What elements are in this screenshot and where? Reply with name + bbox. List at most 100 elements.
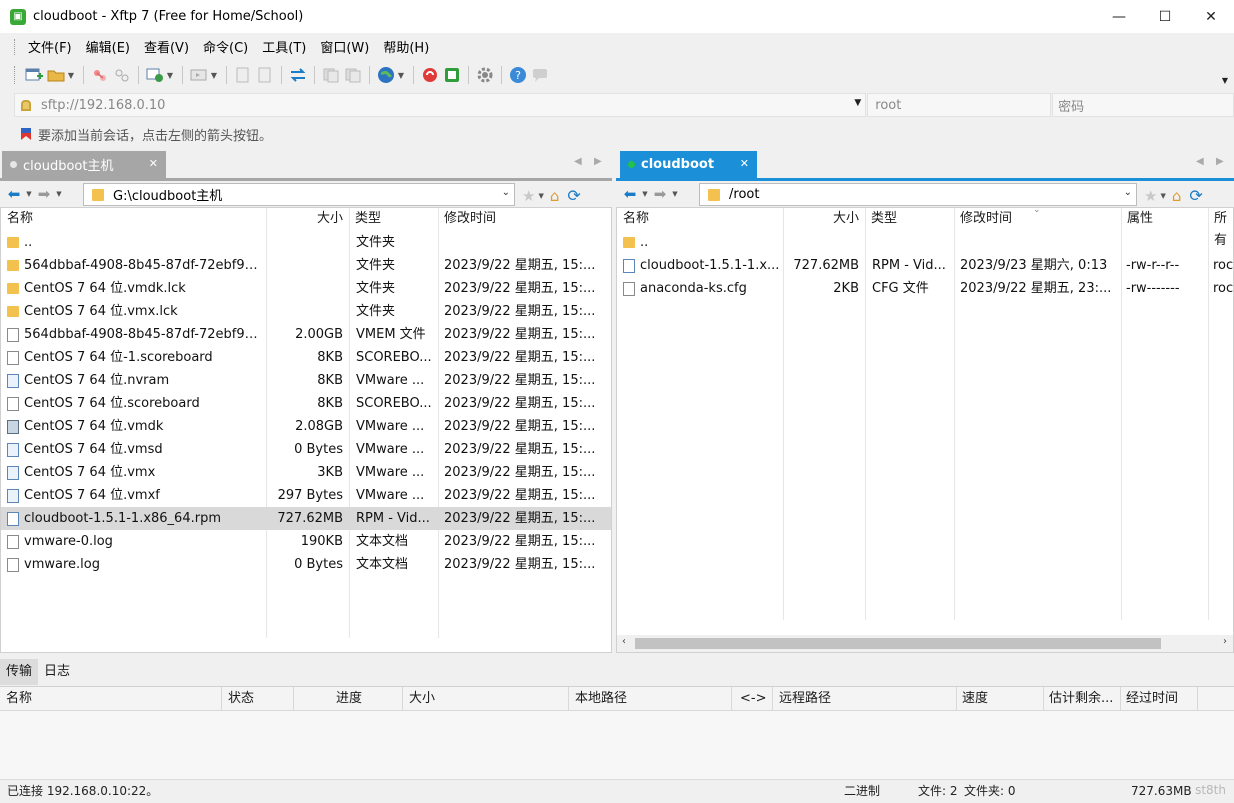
tab-remote-session[interactable]: cloudboot ✕ bbox=[620, 151, 757, 178]
table-row[interactable]: CentOS 7 64 位-1.scoreboard 8KB SCOREBO... 2… bbox=[1, 346, 611, 369]
column-name[interactable]: 名称 bbox=[618, 208, 783, 231]
new-session-icon[interactable] bbox=[25, 66, 43, 84]
username-input[interactable]: root bbox=[867, 93, 1052, 117]
close-icon[interactable]: ✕ bbox=[149, 157, 158, 170]
home-icon[interactable]: ⌂ bbox=[550, 187, 560, 205]
back-arrow-icon[interactable]: ⬅ bbox=[620, 185, 640, 203]
local-path-input[interactable]: G:\cloudboot主机 ⌄ bbox=[83, 183, 515, 206]
column-attributes[interactable]: 属性 bbox=[1122, 208, 1208, 231]
scroll-right-icon[interactable]: › bbox=[1223, 636, 1227, 647]
transfer-column-remote-path[interactable]: 远程路径 bbox=[779, 687, 831, 711]
transfer-column-progress[interactable]: 进度 bbox=[336, 687, 362, 711]
table-row[interactable]: 564dbbaf-4908-8b45-87df-72ebf97... 文件夹 202… bbox=[1, 254, 611, 277]
xftp-icon[interactable] bbox=[443, 66, 461, 84]
tab-prev-icon[interactable]: ◀ bbox=[1196, 156, 1204, 167]
transfer-column-name[interactable]: 名称 bbox=[6, 687, 32, 711]
sync-transfer-icon[interactable] bbox=[289, 66, 307, 84]
transfer-column-eta[interactable]: 估计剩余... bbox=[1049, 687, 1113, 711]
connect-icon[interactable] bbox=[91, 66, 109, 84]
minimize-button[interactable]: — bbox=[1096, 0, 1142, 33]
path-dropdown-icon[interactable]: ⌄ bbox=[1124, 187, 1132, 198]
toolbar-overflow-icon[interactable]: ▼ bbox=[1222, 76, 1228, 85]
table-row[interactable]: cloudboot-1.5.1-1.x... 727.62MB RPM - Vid.… bbox=[617, 254, 1233, 277]
copy-icon[interactable] bbox=[322, 66, 340, 84]
table-row[interactable]: vmware-0.log 190KB 文本文档 2023/9/22 星期五, 15:.… bbox=[1, 530, 611, 553]
transfer-column-size[interactable]: 大小 bbox=[409, 687, 435, 711]
tab-prev-icon[interactable]: ◀ bbox=[574, 156, 582, 167]
refresh-icon[interactable]: ⟳ bbox=[1189, 186, 1202, 205]
tab-local-host[interactable]: cloudboot主机 ✕ bbox=[2, 151, 166, 178]
open-folder-icon[interactable] bbox=[47, 66, 65, 84]
xshell-icon[interactable] bbox=[421, 66, 439, 84]
menu-tools[interactable]: 工具(T) bbox=[255, 37, 313, 56]
upload-icon[interactable] bbox=[234, 66, 252, 84]
home-icon[interactable]: ⌂ bbox=[1172, 187, 1182, 205]
table-row[interactable]: .. 文件夹 bbox=[1, 231, 611, 254]
column-size[interactable]: 大小 bbox=[267, 208, 349, 231]
transfer-column-status[interactable]: 状态 bbox=[228, 687, 254, 711]
transfer-column-direction[interactable]: <-> bbox=[740, 687, 766, 711]
back-arrow-icon[interactable]: ⬅ bbox=[4, 185, 24, 203]
view-icon[interactable] bbox=[190, 66, 208, 84]
table-row[interactable]: CentOS 7 64 位.vmx.lck 文件夹 2023/9/22 星期五, 1… bbox=[1, 300, 611, 323]
scrollbar-thumb[interactable] bbox=[635, 638, 1161, 649]
transfer-column-local-path[interactable]: 本地路径 bbox=[575, 687, 627, 711]
scroll-left-icon[interactable]: ‹ bbox=[622, 636, 626, 647]
menu-view[interactable]: 查看(V) bbox=[137, 37, 196, 56]
tab-next-icon[interactable]: ▶ bbox=[1216, 156, 1224, 167]
open-dropdown-icon[interactable]: ▼ bbox=[67, 71, 75, 80]
forward-arrow-icon[interactable]: ➡ bbox=[650, 185, 670, 203]
favorite-star-icon[interactable]: ★ bbox=[1144, 187, 1157, 205]
paste-icon[interactable] bbox=[344, 66, 362, 84]
table-row[interactable]: CentOS 7 64 位.nvram 8KB VMware ... 2023/9/2… bbox=[1, 369, 611, 392]
menu-command[interactable]: 命令(C) bbox=[196, 37, 255, 56]
table-row[interactable]: CentOS 7 64 位.scoreboard 8KB SCOREBO... 202… bbox=[1, 392, 611, 415]
help-icon[interactable]: ? bbox=[509, 66, 527, 84]
table-row[interactable]: CentOS 7 64 位.vmxf 297 Bytes VMware ... 202… bbox=[1, 484, 611, 507]
menu-file[interactable]: 文件(F) bbox=[21, 37, 79, 56]
column-type[interactable]: 类型 bbox=[866, 208, 954, 231]
path-dropdown-icon[interactable]: ⌄ bbox=[502, 187, 510, 198]
column-type[interactable]: 类型 bbox=[350, 208, 438, 231]
favorite-star-icon[interactable]: ★ bbox=[522, 187, 535, 205]
host-input[interactable]: sftp://192.168.0.10 ▼ bbox=[14, 93, 867, 117]
transfer-column-elapsed[interactable]: 经过时间 bbox=[1126, 687, 1178, 711]
forward-dropdown-icon[interactable]: ▼ bbox=[54, 190, 64, 198]
new-window-icon[interactable] bbox=[146, 66, 164, 84]
disconnect-icon[interactable] bbox=[113, 66, 131, 84]
forward-dropdown-icon[interactable]: ▼ bbox=[670, 190, 680, 198]
favorite-dropdown-icon[interactable]: ▼ bbox=[538, 192, 543, 200]
new-window-dropdown-icon[interactable]: ▼ bbox=[166, 71, 174, 80]
table-row[interactable]: cloudboot-1.5.1-1.x86_64.rpm 727.62MB RPM … bbox=[1, 507, 611, 530]
table-row[interactable]: vmware.log 0 Bytes 文本文档 2023/9/22 星期五, 15:.… bbox=[1, 553, 611, 576]
maximize-button[interactable]: ☐ bbox=[1142, 0, 1188, 33]
gear-icon[interactable] bbox=[476, 66, 494, 84]
forward-arrow-icon[interactable]: ➡ bbox=[34, 185, 54, 203]
favorite-dropdown-icon[interactable]: ▼ bbox=[1160, 192, 1165, 200]
tab-log[interactable]: 日志 bbox=[38, 659, 76, 685]
table-row[interactable]: anaconda-ks.cfg 2KB CFG 文件 2023/9/22 星期五, 2… bbox=[617, 277, 1233, 300]
host-dropdown-icon[interactable]: ▼ bbox=[854, 98, 861, 108]
menu-help[interactable]: 帮助(H) bbox=[376, 37, 436, 56]
column-size[interactable]: 大小 bbox=[784, 208, 865, 231]
tab-transfers[interactable]: 传输 bbox=[0, 659, 39, 685]
tab-next-icon[interactable]: ▶ bbox=[594, 156, 602, 167]
table-row[interactable]: CentOS 7 64 位.vmx 3KB VMware ... 2023/9/22 … bbox=[1, 461, 611, 484]
bookmark-flag-icon[interactable] bbox=[20, 127, 32, 141]
view-dropdown-icon[interactable]: ▼ bbox=[210, 71, 218, 80]
menu-edit[interactable]: 编辑(E) bbox=[79, 37, 137, 56]
table-row[interactable]: CentOS 7 64 位.vmdk 2.08GB VMware ... 2023/9… bbox=[1, 415, 611, 438]
download-icon[interactable] bbox=[256, 66, 274, 84]
menu-window[interactable]: 窗口(W) bbox=[313, 37, 376, 56]
remote-horizontal-scrollbar[interactable]: ‹ › bbox=[617, 635, 1233, 652]
globe-dropdown-icon[interactable]: ▼ bbox=[397, 71, 405, 80]
remote-path-input[interactable]: /root ⌄ bbox=[699, 183, 1137, 206]
chat-icon[interactable] bbox=[531, 66, 549, 84]
back-dropdown-icon[interactable]: ▼ bbox=[640, 190, 650, 198]
transfer-column-speed[interactable]: 速度 bbox=[962, 687, 988, 711]
table-row[interactable]: CentOS 7 64 位.vmdk.lck 文件夹 2023/9/22 星期五, … bbox=[1, 277, 611, 300]
close-icon[interactable]: ✕ bbox=[740, 157, 749, 170]
table-row[interactable]: .. bbox=[617, 231, 1233, 254]
table-row[interactable]: CentOS 7 64 位.vmsd 0 Bytes VMware ... 2023/… bbox=[1, 438, 611, 461]
close-button[interactable]: ✕ bbox=[1188, 0, 1234, 33]
